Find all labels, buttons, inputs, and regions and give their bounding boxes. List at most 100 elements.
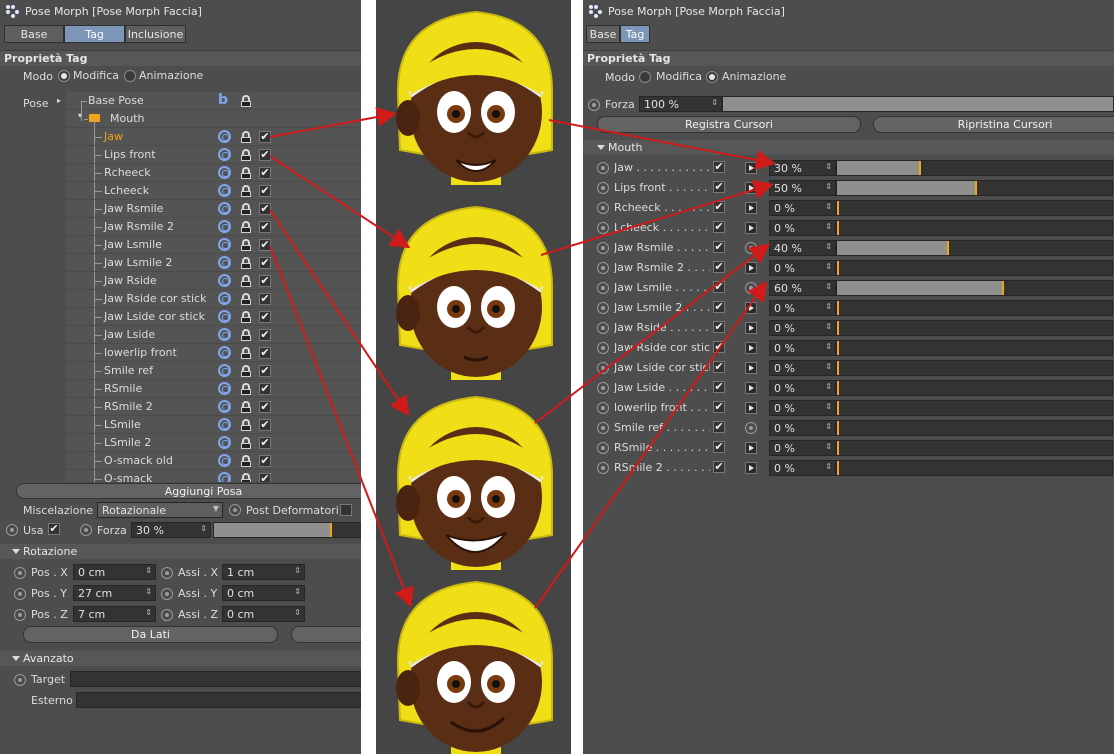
- add-pose-button[interactable]: Aggiungi Posa: [16, 483, 361, 499]
- mouth-group-header[interactable]: Mouth: [583, 140, 1114, 155]
- pose-row-checkbox[interactable]: ✔: [713, 301, 725, 313]
- target-icon[interactable]: [218, 436, 231, 449]
- pose-row-value-field[interactable]: 0 % ⇕: [769, 380, 836, 396]
- tree-row-pose[interactable]: Jaw Lside ✔: [66, 326, 361, 344]
- tree-row-pose[interactable]: LSmile 2 ✔: [66, 434, 361, 452]
- lock-icon[interactable]: [241, 293, 251, 305]
- target-icon[interactable]: [218, 454, 231, 467]
- pose-row-checkbox[interactable]: ✔: [713, 221, 725, 233]
- keyframe-icon[interactable]: [745, 402, 757, 414]
- secondary-button[interactable]: [291, 626, 361, 643]
- pose-row-value-field[interactable]: 60 % ⇕: [769, 280, 836, 296]
- assi-z-field[interactable]: 0 cm ⇕: [222, 606, 305, 622]
- forza-anim-dot[interactable]: [80, 524, 92, 536]
- lock-icon[interactable]: [241, 311, 251, 323]
- pose-row-value-field[interactable]: 0 % ⇕: [769, 460, 836, 476]
- ripristina-cursori-button[interactable]: Ripristina Cursori: [873, 116, 1114, 133]
- rotazione-group-header[interactable]: Rotazione: [0, 544, 361, 559]
- keyframe-dot[interactable]: [745, 282, 757, 294]
- pose-row-value-field[interactable]: 0 % ⇕: [769, 300, 836, 316]
- pose-row-value-field[interactable]: 0 % ⇕: [769, 440, 836, 456]
- pose-enable-checkbox[interactable]: ✔: [259, 203, 271, 215]
- tree-row-pose[interactable]: Jaw Rsmile ✔: [66, 200, 361, 218]
- lock-icon[interactable]: [241, 365, 251, 377]
- pose-row-slider[interactable]: [836, 320, 1113, 336]
- pose-enable-checkbox[interactable]: ✔: [259, 131, 271, 143]
- keyframe-icon[interactable]: [745, 382, 757, 394]
- pose-enable-checkbox[interactable]: ✔: [259, 383, 271, 395]
- pose-row-slider[interactable]: [836, 460, 1113, 476]
- tree-row-pose[interactable]: Jaw Rsmile 2 ✔: [66, 218, 361, 236]
- target-icon[interactable]: [218, 166, 231, 179]
- lock-icon[interactable]: [241, 329, 251, 341]
- tree-row-pose[interactable]: RSmile ✔: [66, 380, 361, 398]
- pose-row-value-field[interactable]: 0 % ⇕: [769, 340, 836, 356]
- pose-enable-checkbox[interactable]: ✔: [259, 239, 271, 251]
- pos-y-anim-dot[interactable]: [14, 588, 26, 600]
- anim-dot[interactable]: [597, 262, 609, 274]
- tab-base[interactable]: Base: [586, 25, 620, 43]
- pos-y-field[interactable]: 27 cm ⇕: [73, 585, 156, 601]
- pose-enable-checkbox[interactable]: ✔: [259, 275, 271, 287]
- avanzato-group-header[interactable]: Avanzato: [0, 651, 361, 666]
- lock-icon[interactable]: [241, 221, 251, 233]
- keyframe-icon[interactable]: [745, 322, 757, 334]
- target-icon[interactable]: [218, 220, 231, 233]
- tab-base[interactable]: Base: [4, 25, 64, 43]
- pose-row-checkbox[interactable]: ✔: [713, 421, 725, 433]
- pose-row-checkbox[interactable]: ✔: [713, 241, 725, 253]
- anim-dot[interactable]: [597, 282, 609, 294]
- pose-row-checkbox[interactable]: ✔: [713, 361, 725, 373]
- target-icon[interactable]: [218, 202, 231, 215]
- pose-enable-checkbox[interactable]: ✔: [259, 455, 271, 467]
- modo-modifica-radio[interactable]: [639, 71, 651, 83]
- target-icon[interactable]: [218, 472, 231, 482]
- pos-z-anim-dot[interactable]: [14, 609, 26, 621]
- pose-enable-checkbox[interactable]: ✔: [259, 257, 271, 269]
- pose-row-slider[interactable]: [836, 400, 1113, 416]
- assi-x-anim-dot[interactable]: [161, 567, 173, 579]
- keyframe-icon[interactable]: [745, 342, 757, 354]
- pose-enable-checkbox[interactable]: ✔: [259, 347, 271, 359]
- anim-dot[interactable]: [597, 302, 609, 314]
- assi-y-anim-dot[interactable]: [161, 588, 173, 600]
- tree-row-mouth-group[interactable]: ▾ Mouth: [66, 110, 361, 128]
- pose-row-checkbox[interactable]: ✔: [713, 321, 725, 333]
- anim-dot[interactable]: [597, 182, 609, 194]
- target-anim-dot[interactable]: [14, 674, 26, 686]
- keyframe-icon[interactable]: [745, 202, 757, 214]
- target-icon[interactable]: [218, 346, 231, 359]
- keyframe-icon[interactable]: [745, 162, 757, 174]
- pose-enable-checkbox[interactable]: ✔: [259, 185, 271, 197]
- target-icon[interactable]: [218, 292, 231, 305]
- lock-icon[interactable]: [241, 239, 251, 251]
- target-icon[interactable]: [218, 328, 231, 341]
- pose-row-slider[interactable]: [836, 160, 1113, 176]
- tree-row-pose[interactable]: LSmile ✔: [66, 416, 361, 434]
- lock-icon[interactable]: [241, 275, 251, 287]
- pose-row-value-field[interactable]: 40 % ⇕: [769, 240, 836, 256]
- tree-row-pose[interactable]: Jaw ✔: [66, 128, 361, 146]
- keyframe-icon[interactable]: [745, 442, 757, 454]
- lock-icon[interactable]: [241, 419, 251, 431]
- pos-x-field[interactable]: 0 cm ⇕: [73, 564, 156, 580]
- target-icon[interactable]: [218, 400, 231, 413]
- pose-row-slider[interactable]: [836, 200, 1113, 216]
- tree-row-pose[interactable]: Jaw Lsmile 2 ✔: [66, 254, 361, 272]
- keyframe-icon[interactable]: [745, 362, 757, 374]
- miscelazione-select[interactable]: Rotazionale ▼: [97, 502, 223, 518]
- tree-row-pose[interactable]: lowerlip front ✔: [66, 344, 361, 362]
- registra-cursori-button[interactable]: Registra Cursori: [597, 116, 861, 133]
- pose-enable-checkbox[interactable]: ✔: [259, 365, 271, 377]
- lock-icon[interactable]: [241, 131, 251, 143]
- pose-enable-checkbox[interactable]: ✔: [259, 437, 271, 449]
- target-icon[interactable]: [218, 130, 231, 143]
- lock-icon[interactable]: [241, 455, 251, 467]
- lock-icon[interactable]: [241, 167, 251, 179]
- usa-anim-dot[interactable]: [6, 524, 18, 536]
- anim-dot[interactable]: [597, 222, 609, 234]
- keyframe-dot[interactable]: [745, 422, 757, 434]
- modo-animazione-radio[interactable]: [124, 70, 136, 82]
- pose-expand-icon[interactable]: ▸: [57, 96, 61, 105]
- lock-icon[interactable]: [241, 95, 251, 107]
